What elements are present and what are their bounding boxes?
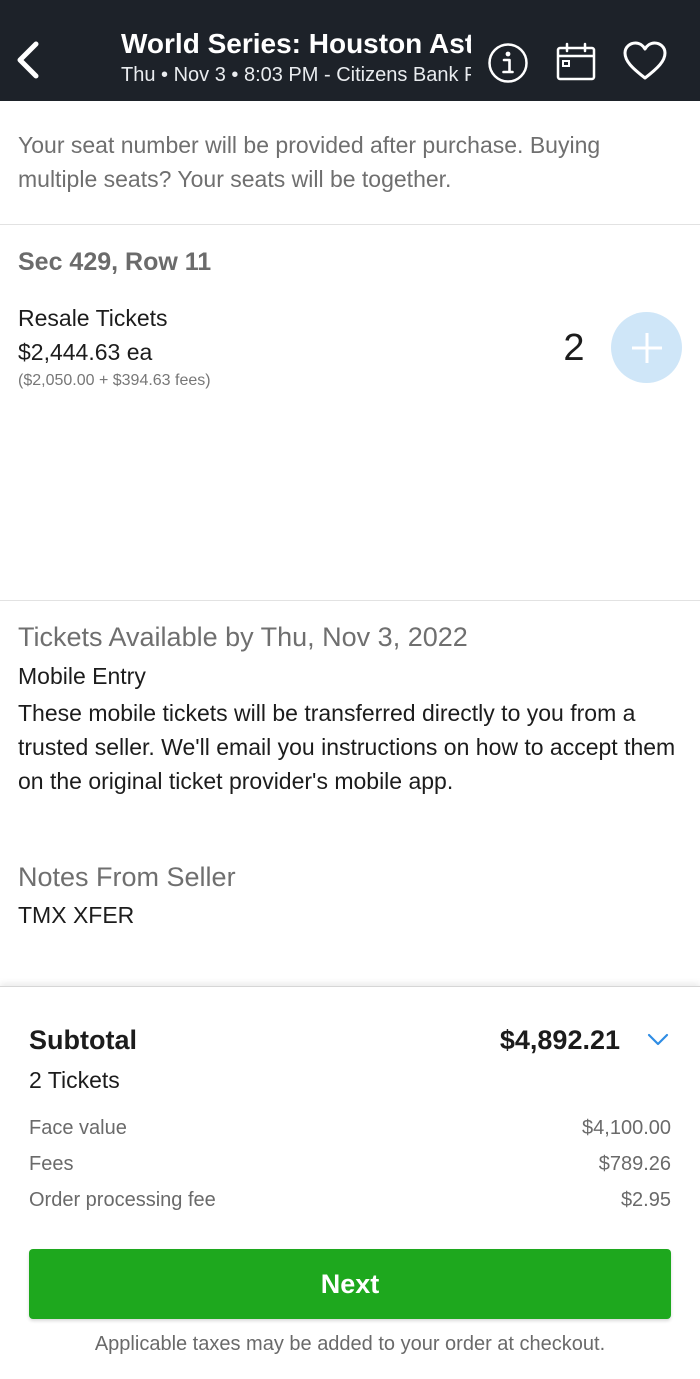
expand-summary-button[interactable] — [644, 1027, 672, 1051]
ticket-type: Resale Tickets — [18, 305, 168, 331]
fee-row-fees: Fees $789.26 — [29, 1153, 671, 1181]
divider — [0, 600, 700, 601]
price-breakdown: ($2,050.00 + $394.63 fees) — [18, 372, 211, 389]
event-title: World Series: Houston Astros at Philadel… — [121, 28, 471, 59]
info-button[interactable] — [487, 42, 529, 84]
back-button[interactable] — [10, 38, 44, 82]
chevron-left-icon — [17, 41, 39, 79]
fee-label: Face value — [29, 1117, 127, 1139]
ticket-price: $2,444.63 ea — [18, 339, 153, 365]
subtotal-label: Subtotal — [29, 1025, 137, 1055]
info-icon — [488, 43, 528, 83]
heart-icon — [623, 41, 667, 80]
plus-icon — [631, 332, 662, 363]
fee-row-processing: Order processing fee $2.95 — [29, 1189, 671, 1217]
calendar-icon — [556, 42, 596, 81]
seller-notes-text: TMX XFER — [18, 902, 135, 928]
section-row: Sec 429, Row 11 — [18, 248, 212, 276]
top-bar: World Series: Houston Astros at Philadel… — [0, 0, 700, 101]
ticket-count: 2 Tickets — [29, 1067, 120, 1093]
tax-note: Applicable taxes may be added to your or… — [94, 1333, 606, 1355]
event-subtitle: Thu • Nov 3 • 8:03 PM - Citizens Bank Pa… — [121, 64, 471, 86]
fee-label: Fees — [29, 1153, 74, 1175]
delivery-method: Mobile Entry — [18, 663, 146, 689]
subtotal-value: $4,892.21 — [499, 1025, 620, 1055]
chevron-down-icon — [647, 1033, 669, 1046]
divider — [0, 224, 700, 225]
order-summary-panel: Subtotal $4,892.21 2 Tickets Face value … — [0, 986, 700, 1379]
fee-value: $2.95 — [620, 1189, 671, 1211]
event-title-block: World Series: Houston Astros at Philadel… — [121, 26, 471, 88]
delivery-description: These mobile tickets will be transferred… — [18, 700, 676, 794]
seat-notice: Your seat number will be provided after … — [18, 132, 601, 192]
increase-quantity-button[interactable] — [611, 312, 682, 383]
quantity-value: 2 — [563, 327, 585, 369]
fee-label: Order processing fee — [29, 1189, 216, 1211]
next-button[interactable]: Next — [29, 1249, 671, 1319]
seller-notes-title: Notes From Seller — [18, 862, 236, 892]
fee-value: $4,100.00 — [582, 1117, 671, 1139]
calendar-button[interactable] — [555, 41, 597, 83]
fee-value: $789.26 — [598, 1153, 671, 1175]
fee-row-face-value: Face value $4,100.00 — [29, 1117, 671, 1145]
favorite-button[interactable] — [622, 40, 668, 82]
availability-date: Tickets Available by Thu, Nov 3, 2022 — [18, 622, 468, 652]
